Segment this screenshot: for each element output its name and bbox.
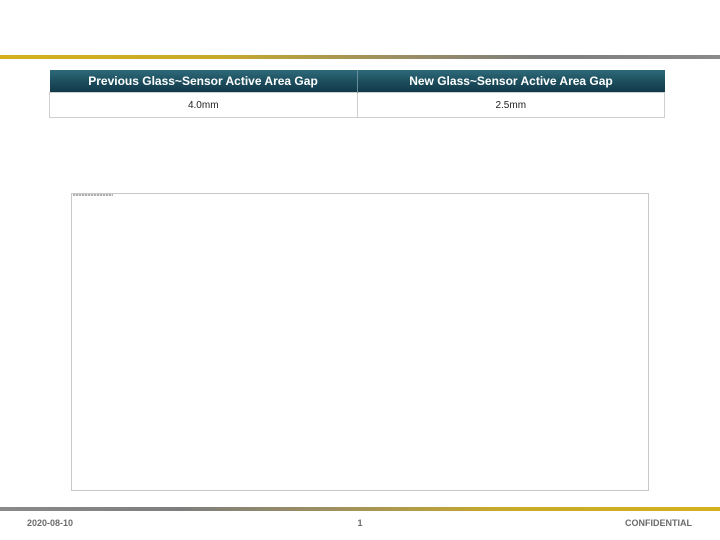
new-gap-value: 2.5mm bbox=[356, 92, 665, 118]
table-header-row: Previous Glass~Sensor Active Area Gap Ne… bbox=[49, 70, 665, 93]
top-divider-rule bbox=[0, 55, 720, 59]
bottom-divider-rule bbox=[0, 507, 720, 511]
gap-comparison-table: Previous Glass~Sensor Active Area Gap Ne… bbox=[49, 70, 665, 118]
table-row: 4.0mm 2.5mm bbox=[49, 92, 665, 118]
new-gap-header: New Glass~Sensor Active Area Gap bbox=[357, 70, 665, 93]
image-caption-mark bbox=[73, 194, 113, 196]
previous-gap-header: Previous Glass~Sensor Active Area Gap bbox=[49, 70, 358, 93]
previous-gap-value: 4.0mm bbox=[49, 92, 358, 118]
image-placeholder-frame bbox=[71, 193, 649, 491]
footer-confidential-label: CONFIDENTIAL bbox=[625, 518, 692, 528]
footer-page-number: 1 bbox=[357, 518, 363, 528]
